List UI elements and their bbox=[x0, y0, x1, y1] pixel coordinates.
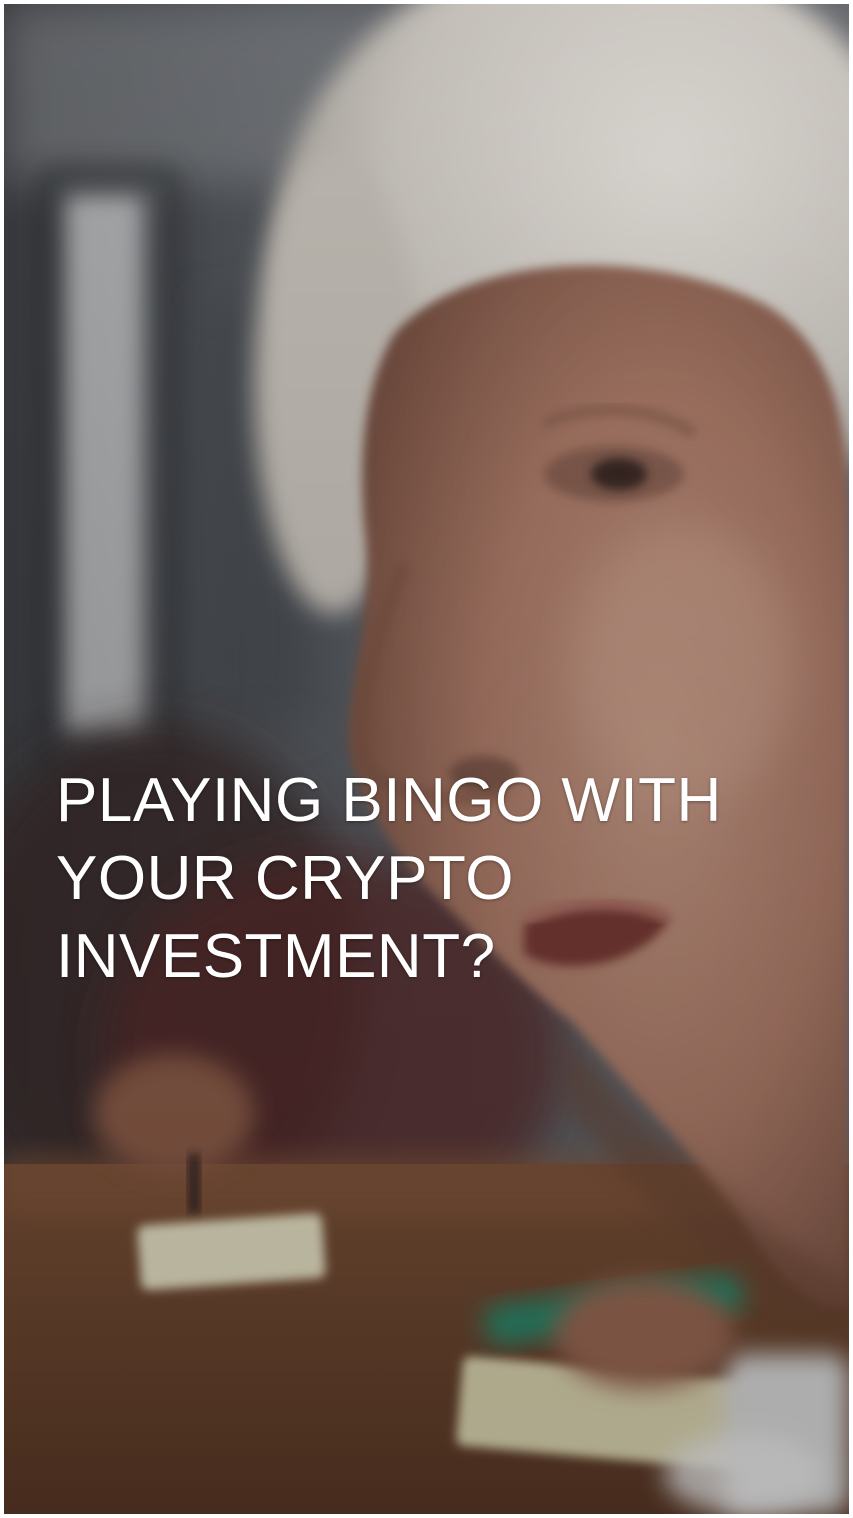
headline-line-1: PLAYING BINGO WITH bbox=[56, 766, 722, 835]
background-photo bbox=[4, 4, 849, 1514]
headline-line-2: YOUR CRYPTO bbox=[56, 844, 514, 913]
headline-line-3: INVESTMENT? bbox=[56, 922, 496, 991]
headline-caption: PLAYING BINGO WITH YOUR CRYPTO INVESTMEN… bbox=[56, 762, 826, 996]
screenshot-frame: PLAYING BINGO WITH YOUR CRYPTO INVESTMEN… bbox=[0, 0, 853, 1518]
video-frame[interactable]: PLAYING BINGO WITH YOUR CRYPTO INVESTMEN… bbox=[4, 4, 849, 1514]
